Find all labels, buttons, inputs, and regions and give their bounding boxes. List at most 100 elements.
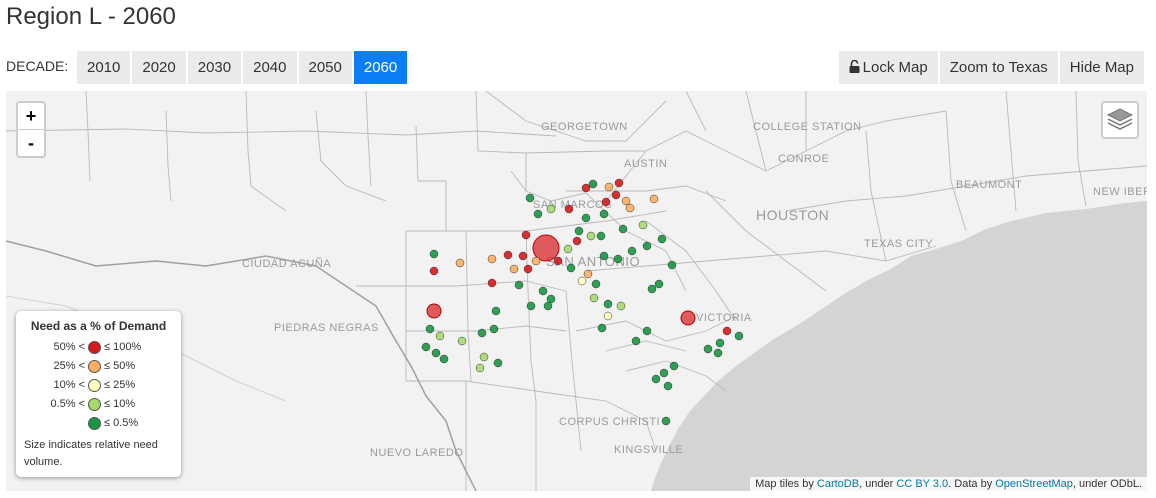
need-marker[interactable] [531,256,541,266]
need-marker[interactable] [489,324,499,334]
need-marker[interactable] [715,338,725,348]
need-marker[interactable] [603,311,613,321]
need-marker[interactable] [613,254,623,264]
need-marker[interactable] [574,226,584,236]
need-marker[interactable] [680,310,696,326]
need-marker[interactable] [493,358,503,368]
decade-button-2060[interactable]: 2060 [353,51,410,84]
need-marker[interactable] [518,251,528,261]
map[interactable]: GEORGETOWN COLLEGE STATION AUSTIN CONROE… [6,91,1147,491]
need-marker[interactable] [596,231,606,241]
need-marker[interactable] [435,331,445,341]
need-marker[interactable] [509,264,519,274]
need-marker[interactable] [647,284,657,294]
need-marker[interactable] [667,260,677,270]
need-marker[interactable] [703,344,713,354]
need-marker[interactable] [589,293,599,303]
need-marker[interactable] [581,183,591,193]
need-marker[interactable] [429,266,439,276]
need-marker[interactable] [601,197,611,207]
cartodb-link[interactable]: CartoDB [817,478,859,490]
need-marker[interactable] [638,220,648,230]
need-marker[interactable] [457,336,467,346]
need-marker[interactable] [669,361,679,371]
need-marker[interactable] [618,224,628,234]
need-marker[interactable] [503,250,513,260]
need-marker[interactable] [631,336,641,346]
need-marker[interactable] [654,279,664,289]
decade-button-2050[interactable]: 2050 [298,51,354,84]
need-marker[interactable] [614,178,624,188]
need-marker[interactable] [566,263,576,273]
need-marker[interactable] [627,246,637,256]
need-marker[interactable] [475,363,485,373]
need-marker[interactable] [526,301,536,311]
need-marker[interactable] [625,203,635,213]
need-marker[interactable] [659,368,669,378]
zoom-in-button[interactable]: + [18,103,44,130]
need-marker[interactable] [586,231,596,241]
need-marker[interactable] [429,249,439,259]
need-marker[interactable] [583,269,593,279]
lock-map-button[interactable]: Lock Map [838,51,940,84]
need-marker[interactable] [616,301,626,311]
need-marker[interactable] [487,278,497,288]
need-marker[interactable] [663,381,673,391]
layers-button[interactable] [1101,101,1139,139]
need-marker[interactable] [713,348,723,358]
need-marker[interactable] [599,209,609,219]
need-marker[interactable] [546,204,556,214]
need-marker[interactable] [514,280,524,290]
legend-low: 10% < [53,379,86,391]
need-marker[interactable] [651,374,661,384]
need-marker[interactable] [487,254,497,264]
need-marker[interactable] [477,328,487,338]
decade-button-2010[interactable]: 2010 [77,51,133,84]
need-marker[interactable] [661,416,671,426]
need-marker[interactable] [455,258,465,268]
need-marker[interactable] [577,276,587,286]
need-marker[interactable] [649,194,659,204]
need-marker[interactable] [521,230,531,240]
need-marker[interactable] [533,209,543,219]
need-marker[interactable] [734,331,744,341]
need-marker[interactable] [597,323,607,333]
need-marker[interactable] [642,326,652,336]
zoom-control: + - [16,101,46,158]
need-marker[interactable] [523,264,533,274]
openstreetmap-link[interactable]: OpenStreetMap [995,478,1073,490]
need-marker[interactable] [543,301,553,311]
need-marker[interactable] [564,204,574,214]
cc-by-link[interactable]: CC BY 3.0 [896,478,948,490]
decade-button-2030[interactable]: 2030 [187,51,244,84]
zoom-to-texas-button[interactable]: Zoom to Texas [939,51,1060,84]
need-marker[interactable] [425,324,435,334]
zoom-out-button[interactable]: - [18,130,44,156]
need-marker[interactable] [426,303,442,319]
need-marker[interactable] [581,213,591,223]
need-marker[interactable] [621,196,631,206]
need-marker[interactable] [588,179,598,189]
need-marker[interactable] [538,286,548,296]
hide-map-button[interactable]: Hide Map [1059,51,1146,84]
need-marker[interactable] [439,354,449,364]
need-marker[interactable] [591,279,601,289]
need-marker[interactable] [479,352,489,362]
need-marker[interactable] [572,236,582,246]
need-marker[interactable] [431,348,441,358]
need-marker[interactable] [563,244,573,254]
need-marker[interactable] [604,182,614,192]
need-marker[interactable] [491,306,501,316]
decade-button-2020[interactable]: 2020 [132,51,188,84]
need-marker[interactable] [657,234,667,244]
need-marker[interactable] [603,299,613,309]
need-marker[interactable] [611,190,621,200]
decade-button-2040[interactable]: 2040 [243,51,299,84]
need-marker[interactable] [642,241,652,251]
need-marker[interactable] [599,251,609,261]
need-marker[interactable] [722,326,732,336]
need-marker[interactable] [525,193,535,203]
need-marker[interactable] [421,342,431,352]
need-marker[interactable] [553,256,563,266]
legend-note: Size indicates relative need volume. [24,439,158,468]
